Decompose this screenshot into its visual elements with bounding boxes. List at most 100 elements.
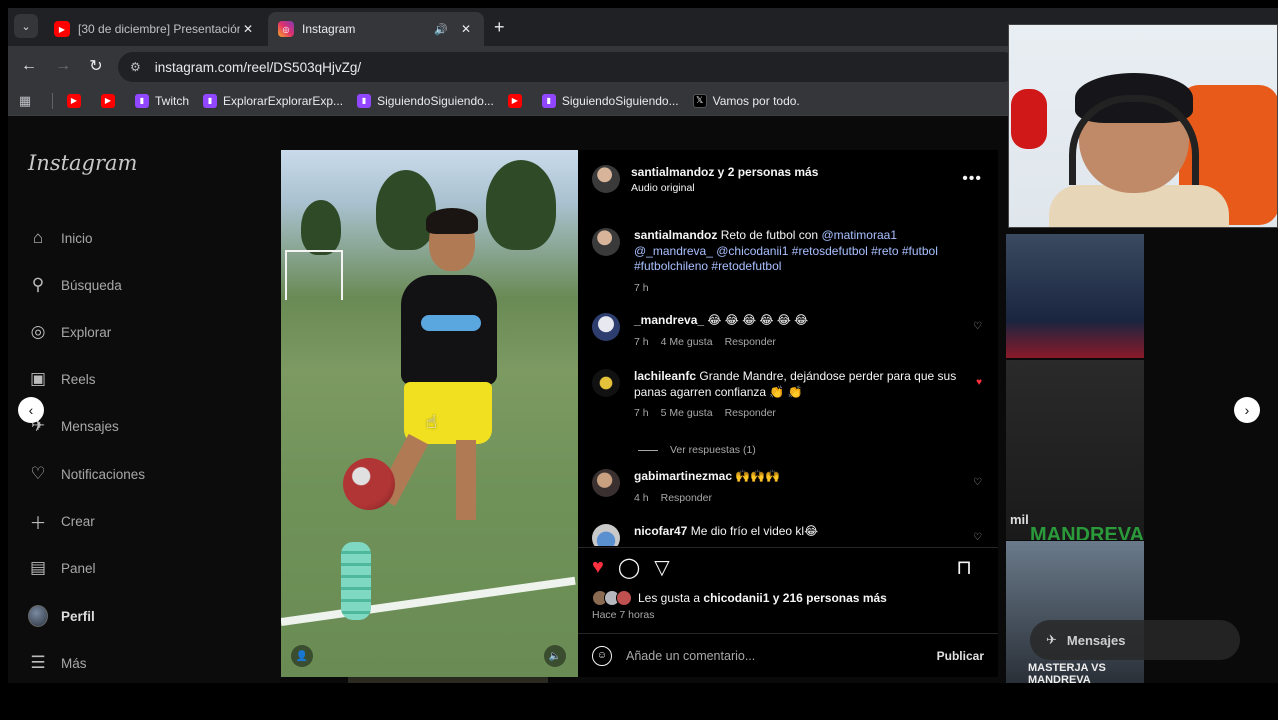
sidebar-item-label: Búsqueda	[61, 277, 122, 293]
audio-label[interactable]: Audio original	[631, 182, 818, 194]
avatar[interactable]	[592, 469, 620, 497]
scene-goal	[285, 250, 343, 300]
bookmark-x[interactable]: 𝕏 Vamos por todo.	[692, 93, 800, 108]
messenger-icon: ✈	[1046, 632, 1057, 647]
forward-button[interactable]: →	[52, 55, 74, 77]
avatar[interactable]	[592, 228, 620, 256]
sidebar-item-busqueda[interactable]: ⚲ Búsqueda	[28, 270, 122, 300]
reply-button[interactable]: Responder	[725, 336, 776, 348]
likes-summary[interactable]: Les gusta a chicodanii1 y 216 personas m…	[592, 590, 887, 606]
reel-video[interactable]: ☝ 👤 🔈	[281, 150, 578, 677]
site-info-icon[interactable]: ⚙	[130, 60, 141, 74]
apps-button[interactable]: ▦	[18, 93, 38, 108]
share-icon[interactable]: ▽	[654, 555, 669, 580]
background-thumbnail	[1006, 234, 1144, 358]
bookmark-twitch-following[interactable]: ▮ SiguiendoSiguiendo...	[357, 93, 494, 108]
close-icon[interactable]: ✕	[458, 22, 474, 36]
instagram-logo[interactable]: Instagram	[28, 151, 137, 175]
x-icon: 𝕏	[692, 93, 707, 108]
avatar[interactable]	[592, 165, 620, 193]
view-replies-button[interactable]: Ver respuestas (1)	[638, 444, 756, 456]
sidebar-item-notificaciones[interactable]: ♡ Notificaciones	[28, 459, 145, 489]
bookmark-label: SiguiendoSiguiendo...	[561, 93, 679, 108]
like-comment-icon[interactable]: ♡	[973, 532, 982, 543]
reply-button[interactable]: Responder	[661, 492, 712, 504]
avatar[interactable]	[592, 369, 620, 397]
heart-icon: ♡	[30, 464, 46, 483]
sidebar-item-perfil[interactable]: Perfil	[28, 601, 95, 631]
avatar[interactable]	[592, 313, 620, 341]
view-replies-label: Ver respuestas (1)	[670, 444, 756, 456]
reload-button[interactable]: ↻	[85, 55, 107, 77]
bookmark-youtube[interactable]: ▶	[101, 93, 121, 108]
scene-tree	[486, 160, 556, 250]
scene-shirt-logo	[421, 315, 481, 331]
tab-search-button[interactable]: ⌄	[14, 14, 38, 38]
sidebar-item-panel[interactable]: ▤ Panel	[28, 553, 96, 583]
bookmark-twitch-following[interactable]: ▮ SiguiendoSiguiendo...	[541, 93, 679, 108]
add-comment-bar: ☺ Publicar	[578, 633, 998, 677]
next-reel-button[interactable]: ›	[1234, 397, 1260, 423]
comment-icon[interactable]: ◯	[618, 555, 640, 580]
comment-text: 🙌🙌🙌	[735, 469, 781, 483]
messages-pill[interactable]: ✈ Mensajes	[1030, 620, 1240, 660]
bookmark-youtube[interactable]: ▶	[67, 93, 87, 108]
messages-label: Mensajes	[1066, 632, 1126, 648]
previous-reel-button[interactable]: ‹	[18, 397, 44, 423]
sidebar-item-mas[interactable]: ☰ Más	[28, 648, 86, 678]
tab-youtube[interactable]: ▶ [30 de diciembre] Presentación ✕	[44, 12, 266, 46]
bookmark-youtube[interactable]: ▶	[507, 93, 528, 108]
liker-avatars	[592, 590, 634, 606]
close-icon[interactable]: ✕	[240, 22, 256, 36]
sidebar-item-label: Perfil	[61, 608, 95, 624]
new-tab-button[interactable]: +	[494, 17, 505, 38]
sidebar-item-inicio[interactable]: ⌂ Inicio	[28, 223, 93, 253]
post-panel: santialmandoz y 2 personas más Audio ori…	[578, 150, 998, 677]
menu-icon: ☰	[30, 653, 46, 672]
reply-button[interactable]: Responder	[725, 407, 776, 419]
volume-icon[interactable]: 🔈	[544, 645, 566, 667]
likes-user[interactable]: chicodanii1	[703, 591, 769, 605]
sidebar-item-reels[interactable]: ▣ Reels	[28, 364, 96, 394]
publish-button[interactable]: Publicar	[937, 649, 984, 663]
post-header: santialmandoz y 2 personas más Audio ori…	[578, 150, 998, 208]
emoji-icon[interactable]: ☺	[592, 645, 612, 666]
chart-icon: ▤	[29, 558, 47, 577]
comment-user[interactable]: lachileanfc	[634, 369, 696, 383]
sidebar-item-explorar[interactable]: ◎ Explorar	[28, 317, 112, 347]
speaker-icon[interactable]: 🔊	[434, 23, 448, 36]
scene-cone	[341, 542, 371, 620]
sidebar-item-label: Notificaciones	[61, 466, 146, 482]
bookmark-icon[interactable]: ⊓	[956, 555, 972, 580]
comment-text: 😂 😂 😂 😂 😂 😂	[707, 313, 809, 327]
bookmark-twitch[interactable]: ▮ Twitch	[135, 93, 189, 108]
twitch-icon: ▮	[135, 93, 149, 108]
caption-user[interactable]: santialmandoz	[634, 228, 717, 242]
instagram-icon: ◎	[278, 21, 294, 37]
tab-instagram[interactable]: ◎ Instagram 🔊 ✕	[268, 12, 484, 46]
liked-heart-icon[interactable]: ♥	[592, 556, 604, 579]
comment-likes[interactable]: 5 Me gusta	[661, 407, 713, 419]
avatar[interactable]	[592, 524, 620, 546]
back-button[interactable]: ←	[18, 55, 40, 77]
comment-item: lachileanfc Grande Mandre, dejándose per…	[592, 369, 992, 422]
likes-count[interactable]: y 216 personas más	[773, 591, 887, 605]
like-comment-icon[interactable]: ♡	[973, 477, 982, 488]
bookmark-twitch-explore[interactable]: ▮ ExplorarExplorarExp...	[203, 93, 343, 108]
comment-user[interactable]: nicofar47	[634, 524, 687, 538]
comment-likes[interactable]: 4 Me gusta	[661, 336, 713, 348]
comment-user[interactable]: _mandreva_	[634, 313, 704, 327]
sidebar-item-crear[interactable]: ＋ Crear	[28, 506, 95, 536]
scene-shorts	[404, 382, 492, 444]
post-author[interactable]: santialmandoz y 2 personas más	[631, 165, 818, 179]
like-comment-icon[interactable]: ♡	[973, 321, 982, 332]
liked-heart-icon[interactable]: ♥	[976, 377, 982, 388]
sidebar-item-label: Mensajes	[61, 418, 119, 434]
plus-icon: ＋	[29, 513, 47, 533]
user-tag-icon[interactable]: 👤	[291, 645, 313, 667]
more-options-icon[interactable]: •••	[962, 170, 982, 188]
twitch-icon: ▮	[541, 93, 556, 108]
comment-input[interactable]	[626, 648, 926, 663]
comment-user[interactable]: gabimartinezmac	[634, 469, 732, 483]
address-bar[interactable]: ⚙ instagram.com/reel/DS503qHjvZg/	[118, 52, 1018, 82]
